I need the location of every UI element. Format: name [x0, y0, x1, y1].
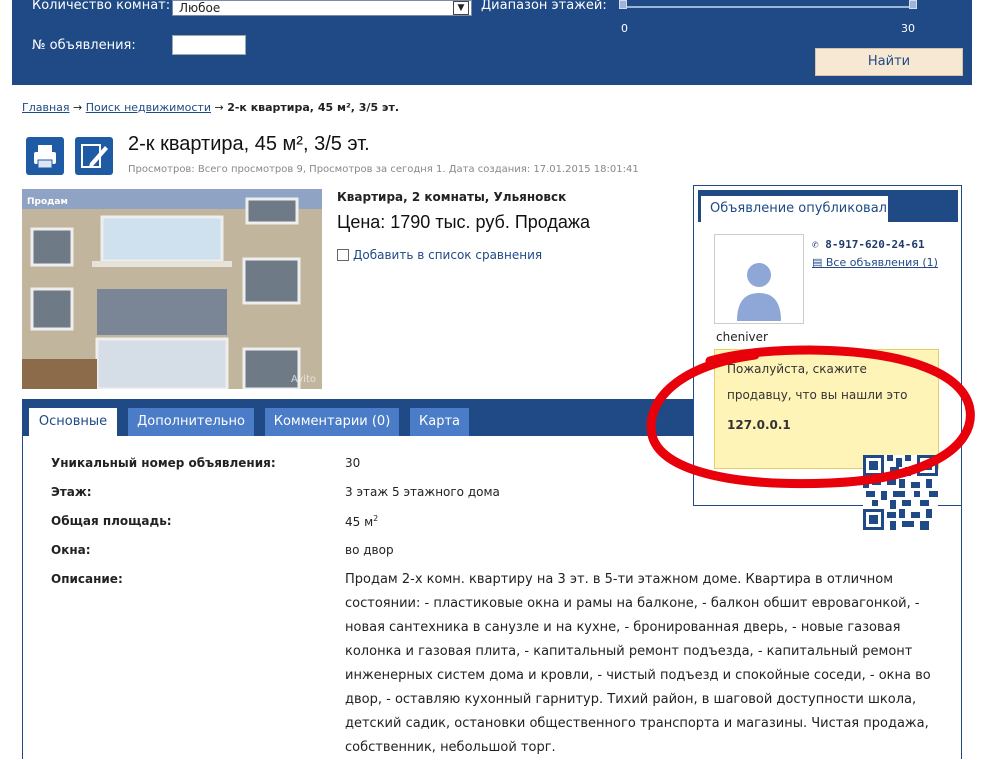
- tab-map[interactable]: Карта: [410, 408, 469, 436]
- search-panel: Количество комнат: Любое ▼ Диапазон этаж…: [12, 0, 972, 85]
- qr-code-icon: [863, 455, 938, 530]
- ip-address: 127.0.0.1: [727, 418, 791, 432]
- area-unit-sup: 2: [373, 514, 379, 523]
- listing-price: Цена: 1790 тыс. руб. Продажа: [337, 212, 590, 232]
- rooms-select[interactable]: Любое ▼: [172, 0, 472, 16]
- find-button[interactable]: Найти: [815, 48, 963, 76]
- list-icon: ▤: [812, 256, 826, 269]
- seller-header-label: Объявление опубликовал: [701, 196, 888, 222]
- arrow-right-icon: →: [214, 101, 224, 114]
- ad-number-label: № объявления:: [32, 38, 136, 53]
- tab-additional[interactable]: Дополнительно: [128, 408, 254, 436]
- all-ads-label[interactable]: Все объявления (1): [826, 256, 938, 269]
- slider-max-handle[interactable]: [909, 0, 917, 9]
- photo-badge: Продам: [27, 197, 68, 207]
- property-value: 30: [345, 456, 361, 470]
- breadcrumb-search-link[interactable]: Поиск недвижимости: [86, 101, 211, 114]
- property-label: Описание:: [51, 572, 123, 586]
- property-value: 3 этаж 5 этажного дома: [345, 485, 500, 499]
- view-stats: Просмотров: Всего просмотров 9, Просмотр…: [128, 164, 639, 175]
- listing-photo[interactable]: Продам Avito: [22, 189, 322, 389]
- floors-label: Диапазон этажей:: [481, 0, 607, 13]
- breadcrumb-home-link[interactable]: Главная: [22, 101, 70, 114]
- property-label: Уникальный номер объявления:: [51, 456, 276, 470]
- property-label: Окна:: [51, 543, 91, 557]
- ad-number-input[interactable]: [172, 35, 246, 55]
- seller-header: Объявление опубликовал: [698, 190, 958, 222]
- area-value: 45 м: [345, 515, 374, 529]
- floor-range-slider[interactable]: 0 30: [619, 0, 917, 35]
- floor-min-value: 0: [621, 22, 628, 35]
- slider-min-handle[interactable]: [619, 0, 627, 9]
- seller-notice: Пожалуйста, скажите продавцу, что вы наш…: [714, 349, 939, 469]
- chevron-down-icon[interactable]: ▼: [453, 1, 469, 15]
- property-value: 45 м2: [345, 514, 378, 529]
- phone-icon: ✆: [812, 238, 826, 251]
- arrow-right-icon: →: [73, 101, 83, 114]
- property-value: во двор: [345, 543, 394, 557]
- checkbox-icon[interactable]: [337, 249, 349, 261]
- rooms-select-value: Любое: [179, 1, 221, 15]
- tab-comments[interactable]: Комментарии (0): [265, 408, 399, 436]
- breadcrumb-current: 2-к квартира, 45 м², 3/5 эт.: [227, 101, 399, 114]
- tab-main[interactable]: Основные: [29, 408, 117, 436]
- breadcrumb: Главная → Поиск недвижимости → 2-к кварт…: [22, 101, 399, 114]
- phone-number[interactable]: 8-917-620-24-61: [825, 238, 924, 251]
- notice-text: Пожалуйста, скажите продавцу, что вы наш…: [727, 362, 908, 402]
- edit-icon[interactable]: [75, 137, 113, 175]
- photo-watermark: Avito: [291, 374, 316, 385]
- all-ads-link[interactable]: ▤ Все объявления (1): [812, 256, 938, 269]
- page-title: 2-к квартира, 45 м², 3/5 эт.: [128, 133, 370, 155]
- listing-subtitle: Квартира, 2 комнаты, Ульяновск: [337, 190, 567, 204]
- avatar: [714, 234, 804, 324]
- description-text: Продам 2-х комн. квартиру на 3 эт. в 5-т…: [345, 572, 931, 755]
- floor-max-value: 30: [901, 22, 915, 35]
- compare-checkbox[interactable]: Добавить в список сравнения: [337, 248, 542, 262]
- property-label: Этаж:: [51, 485, 92, 499]
- seller-phone[interactable]: ✆ 8-917-620-24-61: [812, 238, 925, 251]
- seller-username: cheniver: [716, 330, 768, 344]
- print-icon[interactable]: [26, 137, 64, 175]
- property-label: Общая площадь:: [51, 514, 172, 528]
- compare-label[interactable]: Добавить в список сравнения: [353, 248, 542, 262]
- rooms-label: Количество комнат:: [32, 0, 171, 13]
